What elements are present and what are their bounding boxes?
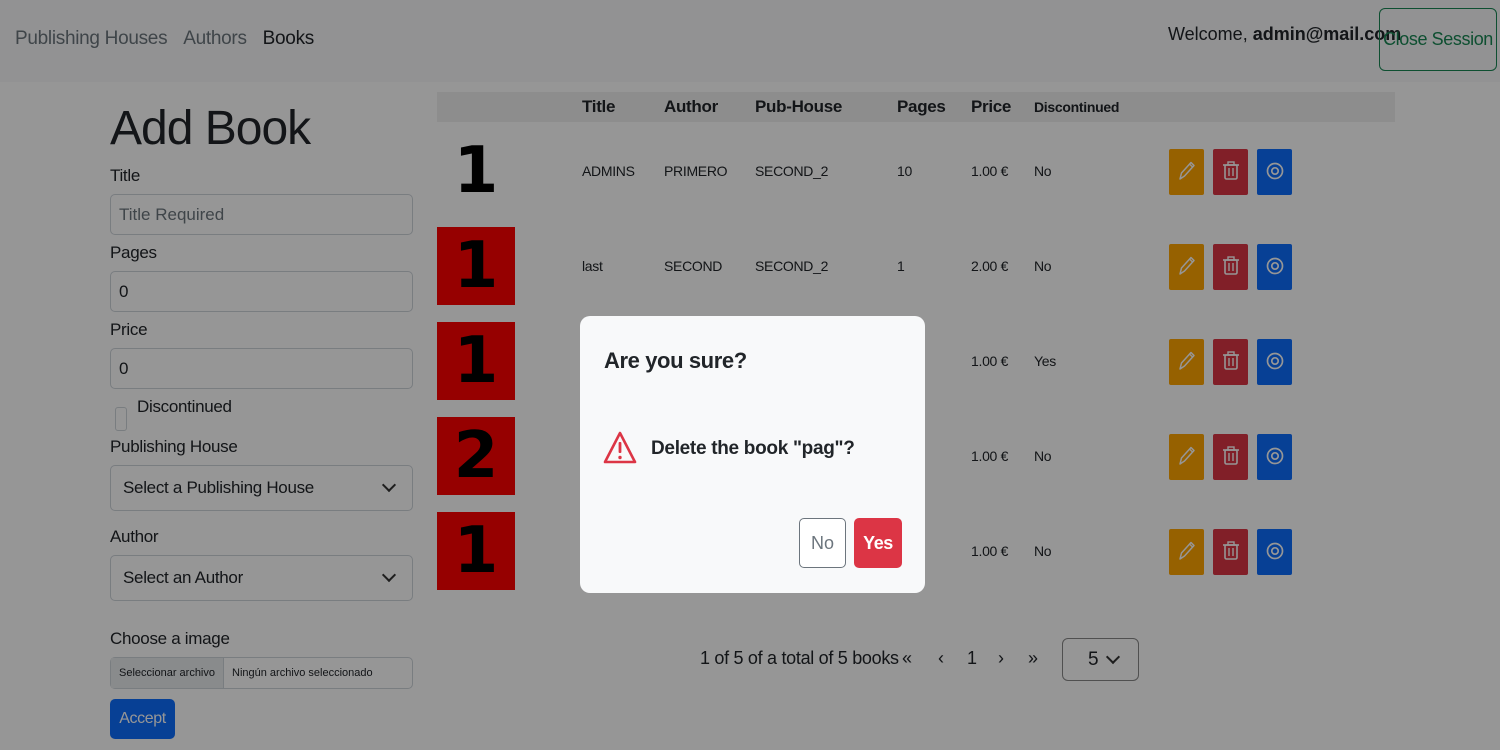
dialog-message: Delete the book "pag"? xyxy=(651,438,855,459)
warning-icon xyxy=(603,431,637,464)
no-button[interactable]: No xyxy=(799,518,846,568)
yes-button[interactable]: Yes xyxy=(854,518,902,568)
confirm-dialog: Are you sure? Delete the book "pag"? No … xyxy=(580,316,925,593)
dialog-title: Are you sure? xyxy=(604,348,747,373)
